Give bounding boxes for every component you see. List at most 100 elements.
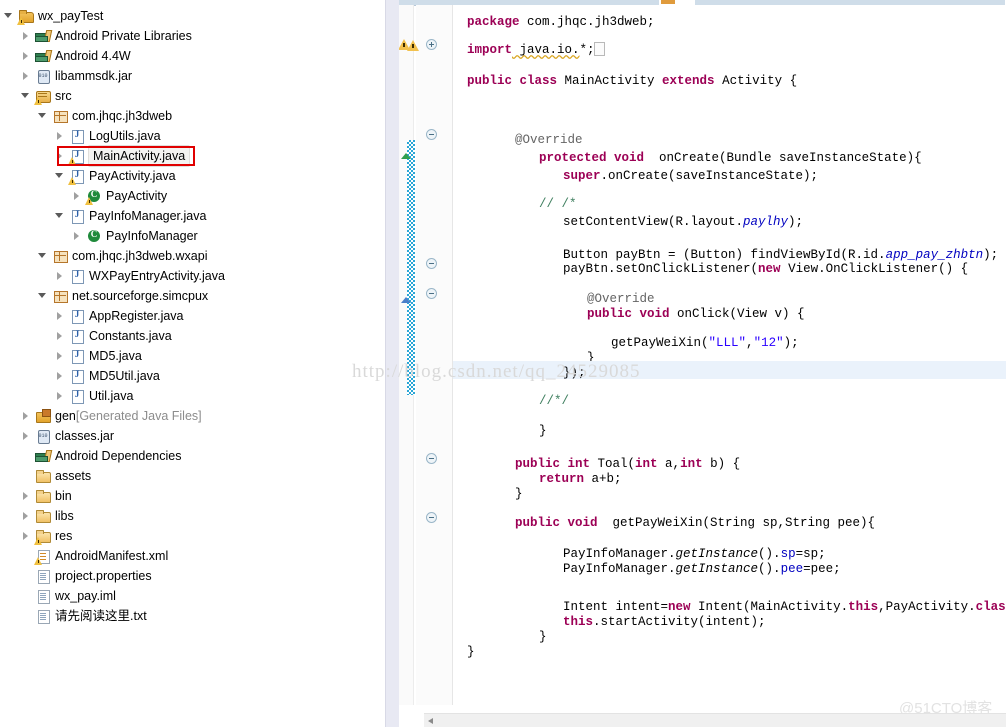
import-warning-icon[interactable] <box>406 37 420 51</box>
tree-item-android-dependencies[interactable]: Android Dependencies <box>21 446 181 466</box>
chevron-down-icon[interactable] <box>38 291 49 302</box>
tree-item-libammsdk.jar[interactable]: libammsdk.jar <box>21 66 132 86</box>
code-token: paylhy <box>743 215 789 229</box>
tree-item-wx_paytest[interactable]: wx_payTest <box>4 6 103 26</box>
horizontal-scrollbar[interactable] <box>424 713 1006 727</box>
chevron-right-icon[interactable] <box>21 491 32 502</box>
tree-item-android-private-libraries[interactable]: Android Private Libraries <box>21 26 192 46</box>
chevron-right-icon[interactable] <box>21 51 32 62</box>
tree-item-label: PayActivity <box>106 189 168 203</box>
chevron-right-icon[interactable] <box>21 531 32 542</box>
jar-icon <box>35 68 51 84</box>
fold-expand-icon[interactable] <box>426 39 437 50</box>
tree-item-net.sourceforge.simcpux[interactable]: net.sourceforge.simcpux <box>38 286 208 306</box>
chevron-right-icon[interactable] <box>55 371 66 382</box>
tree-item-md5.java[interactable]: MD5.java <box>55 346 142 366</box>
chevron-right-icon[interactable] <box>72 191 83 202</box>
code-token: getInstance <box>675 562 759 576</box>
chevron-down-icon[interactable] <box>55 171 66 182</box>
class-icon <box>86 228 102 244</box>
code-token: public void <box>587 307 670 321</box>
chevron-right-icon[interactable] <box>55 271 66 282</box>
tree-item-bin[interactable]: bin <box>21 486 72 506</box>
chevron-right-icon[interactable] <box>21 511 32 522</box>
tree-item-src[interactable]: src <box>21 86 72 106</box>
collapsed-import-placeholder[interactable] <box>593 42 605 56</box>
fold-collapse-icon[interactable] <box>426 129 437 140</box>
package-icon <box>52 108 68 124</box>
tree-item-androidmanifest.xml[interactable]: AndroidManifest.xml <box>21 546 168 566</box>
fold-collapse-icon[interactable] <box>426 288 437 299</box>
chevron-right-icon[interactable] <box>55 131 66 142</box>
code-line: return a+b; <box>539 470 622 488</box>
tree-item-payinfomanager[interactable]: PayInfoManager <box>72 226 198 246</box>
tree-item-classes.jar[interactable]: classes.jar <box>21 426 114 446</box>
package-explorer-panel[interactable]: wx_payTest Android Private Libraries Andro… <box>0 0 385 727</box>
chevron-right-icon[interactable] <box>55 311 66 322</box>
code-editor[interactable]: package com.jhqc.jh3dweb; import java.io.… <box>399 0 1006 727</box>
chevron-right-icon[interactable] <box>55 331 66 342</box>
code-token: b) { <box>702 457 741 471</box>
code-line: } <box>467 643 475 661</box>
editor-folding-gutter[interactable] <box>416 5 453 705</box>
fold-collapse-icon[interactable] <box>426 453 437 464</box>
tree-item-label: com.jhqc.jh3dweb <box>72 109 173 123</box>
tree-item-wx_pay.iml[interactable]: wx_pay.iml <box>21 586 116 606</box>
fold-collapse-icon[interactable] <box>426 512 437 523</box>
tree-item-payactivity[interactable]: PayActivity <box>72 186 167 206</box>
tree-item-label: classes.jar <box>55 429 115 443</box>
tree-item-libs[interactable]: libs <box>21 506 74 526</box>
chevron-down-icon[interactable] <box>21 91 32 102</box>
tree-item-mainactivity.java[interactable]: MainActivity.java <box>55 145 191 167</box>
code-token: //*/ <box>539 394 570 408</box>
tree-item-gen[interactable]: gen [Generated Java Files] <box>21 406 202 426</box>
tree-item-util.java[interactable]: Util.java <box>55 386 133 406</box>
chevron-right-icon[interactable] <box>21 431 32 442</box>
java-file-icon <box>69 208 85 224</box>
tree-item-请先阅读这里.txt[interactable]: 请先阅读这里.txt <box>21 606 147 626</box>
folder-icon <box>34 528 51 545</box>
chevron-right-icon[interactable] <box>55 151 66 162</box>
tree-item-appregister.java[interactable]: AppRegister.java <box>55 306 184 326</box>
chevron-right-icon[interactable] <box>21 411 32 422</box>
tree-item-com.jhqc.jh3dweb[interactable]: com.jhqc.jh3dweb <box>38 106 172 126</box>
tree-item-assets[interactable]: assets <box>21 466 91 486</box>
folder-icon <box>35 508 51 524</box>
chevron-right-icon[interactable] <box>55 391 66 402</box>
tree-item-payinfomanager.java[interactable]: PayInfoManager.java <box>55 206 206 226</box>
code-token: getPayWeiXin( <box>611 336 709 350</box>
tree-item-md5util.java[interactable]: MD5Util.java <box>55 366 160 386</box>
tree-item-logutils.java[interactable]: LogUtils.java <box>55 126 161 146</box>
tree-item-constants.java[interactable]: Constants.java <box>55 326 172 346</box>
tree-item-wxpayentryactivity.java[interactable]: WXPayEntryActivity.java <box>55 266 225 286</box>
code-line: import java.io.*; <box>467 41 605 59</box>
chevron-right-icon[interactable] <box>21 31 32 42</box>
chevron-right-icon[interactable] <box>55 351 66 362</box>
java-file-icon <box>69 348 85 364</box>
overview-up-blue-triangle <box>401 297 411 303</box>
code-token: import <box>467 43 513 57</box>
scroll-left-arrow-icon[interactable] <box>428 718 433 724</box>
warning-badge-icon <box>34 96 43 105</box>
code-text-area[interactable]: package com.jhqc.jh3dweb; import java.io.… <box>453 5 1006 705</box>
chevron-down-icon[interactable] <box>4 11 15 22</box>
code-token: class <box>975 600 1006 614</box>
chevron-down-icon[interactable] <box>38 251 49 262</box>
code-line: // /* <box>539 195 577 213</box>
tree-item-android-4.4w[interactable]: Android 4.4W <box>21 46 131 66</box>
editor-annotation-ruler[interactable] <box>399 5 415 705</box>
change-bar-indicator <box>407 140 415 395</box>
tree-item-label: PayInfoManager.java <box>89 209 207 223</box>
tree-item-payactivity.java[interactable]: PayActivity.java <box>55 166 176 186</box>
chevron-right-icon[interactable] <box>21 71 32 82</box>
chevron-down-icon[interactable] <box>38 111 49 122</box>
chevron-down-icon[interactable] <box>55 211 66 222</box>
chevron-right-icon[interactable] <box>72 231 83 242</box>
tree-item-res[interactable]: res <box>21 526 72 546</box>
tree-item-label: PayInfoManager <box>106 229 198 243</box>
tree-item-project.properties[interactable]: project.properties <box>21 566 152 586</box>
code-line: payBtn.setOnClickListener(new View.OnCli… <box>563 260 968 278</box>
tree-item-com.jhqc.jh3dweb.wxapi[interactable]: com.jhqc.jh3dweb.wxapi <box>38 246 208 266</box>
fold-collapse-icon[interactable] <box>426 258 437 269</box>
